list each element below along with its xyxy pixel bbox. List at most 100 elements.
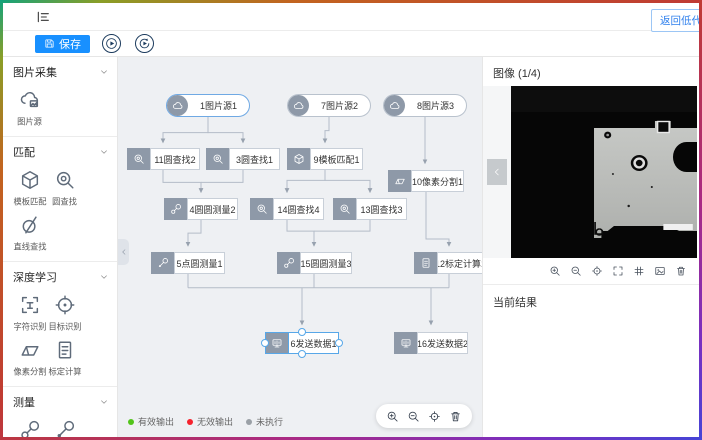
sidebar-collapse-handle[interactable] [118,239,129,265]
flow-node-circle-find-4[interactable]: 14圆查找4 [250,198,324,220]
canvas-zoom-toolbar [376,404,472,428]
flow-canvas[interactable]: 1图片源1 7图片源2 8图片源3 11圆查找2 3圆查找1 9模板匹配1 [118,57,482,437]
ocr-icon [19,294,41,316]
save-button-label: 保存 [59,36,81,52]
flow-node-template-match-1[interactable]: 9模板匹配1 [287,148,363,170]
image-compare-button[interactable] [653,265,666,278]
flow-node-pixel-segment-1[interactable]: 10像素分割1 [388,170,464,192]
image-viewer [483,86,697,258]
grid-button[interactable] [632,265,645,278]
legend-not-executed: 未执行 [246,415,283,428]
circle-find-icon [127,148,150,170]
flow-node-image-source-2[interactable]: 7图片源2 [287,94,371,117]
sidebar-item-circle-find[interactable]: 圆查找 [48,169,81,208]
zoom-out-button[interactable] [569,265,582,278]
circle-circle-measure-icon [277,252,300,274]
delete-button[interactable] [449,409,463,423]
red-dot [187,419,193,425]
sidebar-section-match: 匹配 模板匹配 圆查找 直线查找 [3,137,117,262]
circle-find-icon [333,198,356,220]
back-to-lowcode-button[interactable]: 返回低代 [651,9,699,32]
section-title: 深度学习 [13,269,57,285]
fullscreen-button[interactable] [611,265,624,278]
zoom-in-button[interactable] [548,265,561,278]
result-panel-title: 当前结果 [483,285,699,310]
cloud-icon [384,95,405,116]
sidebar-item-image-source[interactable]: 图片源 [13,89,46,128]
flow-node-circle-find-1[interactable]: 3圆查找1 [206,148,280,170]
status-legend: 有效输出 无效输出 未执行 [128,415,283,428]
pixel-segment-icon [19,339,41,361]
sidebar-item-ocr[interactable]: 字符识别 [13,294,46,333]
gray-dot [246,419,252,425]
chevron-down-icon[interactable] [99,147,109,157]
chevron-down-icon[interactable] [99,67,109,77]
sidebar-section-measure: 测量 圆圆测量 点圆测量 点点测量 [3,387,117,437]
circle-find-icon [206,148,229,170]
point-circle-measure-icon [151,252,174,274]
chevron-down-icon[interactable] [99,272,109,282]
chevron-down-icon[interactable] [99,397,109,407]
main-area: 图片采集 图片源 匹配 模板匹配 [3,57,699,437]
section-title: 测量 [13,394,35,410]
flow-node-image-source-1[interactable]: 1图片源1 [166,94,250,117]
flow-node-send-data-1[interactable]: 6发送数据1 [265,332,339,354]
legend-invalid-output: 无效输出 [187,415,233,428]
flow-node-image-source-3[interactable]: 8图片源3 [383,94,467,117]
sidebar-item-circle-circle-measure[interactable]: 圆圆测量 [13,419,46,437]
node-handle[interactable] [261,339,269,347]
save-icon [44,38,55,49]
save-button[interactable]: 保存 [35,35,90,53]
sidebar: 图片采集 图片源 匹配 模板匹配 [3,57,118,437]
flow-node-circle-find-3[interactable]: 13圆查找3 [333,198,407,220]
node-handle[interactable] [298,328,306,336]
camera-image[interactable] [511,86,697,258]
green-dot [128,419,134,425]
image-panel-title: 图像 (1/4) [483,57,699,86]
node-handle[interactable] [298,350,306,358]
circle-find-icon [54,169,76,191]
right-panel: 图像 (1/4) [482,57,699,437]
sidebar-item-pixel-segment[interactable]: 像素分割 [13,339,46,378]
node-handle[interactable] [335,339,343,347]
run-button[interactable] [102,34,121,53]
send-data-icon [394,332,417,354]
zoom-out-button[interactable] [407,409,421,423]
play-icon [105,37,118,50]
sidebar-item-calibration[interactable]: 标定计算 [48,339,81,378]
prev-image-button[interactable] [487,159,507,185]
sidebar-section-deep-learning: 深度学习 字符识别 目标识别 像素分割 [3,262,117,387]
calibration-icon [414,252,437,274]
sidebar-item-point-circle-measure[interactable]: 点圆测量 [48,419,81,437]
flow-node-point-circle-measure-1[interactable]: 5点圆测量1 [151,252,225,274]
step-run-icon [138,37,151,50]
cloud-icon [288,95,309,116]
sidebar-item-target-detect[interactable]: 目标识别 [48,294,81,333]
locate-button[interactable] [428,409,442,423]
flow-node-send-data-2[interactable]: 16发送数据2 [394,332,468,354]
sidebar-item-line-find[interactable]: 直线查找 [13,214,46,253]
zoom-in-button[interactable] [386,409,400,423]
section-title: 匹配 [13,144,35,160]
toolbar: 保存 [3,31,699,57]
flow-node-circle-find-2[interactable]: 11圆查找2 [127,148,200,170]
menu-icon[interactable] [35,9,51,25]
sidebar-item-template-match[interactable]: 模板匹配 [13,169,46,208]
step-run-button[interactable] [135,34,154,53]
circle-circle-measure-icon [19,419,41,437]
delete-image-button[interactable] [674,265,687,278]
template-match-icon [287,148,310,170]
locate-button[interactable] [590,265,603,278]
header-bar: 返回低代 [3,3,699,31]
sidebar-section-image-capture: 图片采集 图片源 [3,57,117,137]
pixel-segment-icon [388,170,411,192]
flow-node-circle-circle-measure-3[interactable]: 15圆圆测量3 [277,252,352,274]
line-find-icon [19,214,41,236]
cloud-image-icon [19,89,41,111]
flow-node-calibration-1[interactable]: 12标定计算1 [414,252,482,274]
chevron-left-icon [492,167,502,177]
app-window: 返回低代 保存 图片采集 图片源 [3,3,699,437]
screenshot-frame: 返回低代 保存 图片采集 图片源 [0,0,702,440]
section-title: 图片采集 [13,64,57,80]
flow-node-circle-circle-measure-2[interactable]: 4圆圆测量2 [164,198,238,220]
